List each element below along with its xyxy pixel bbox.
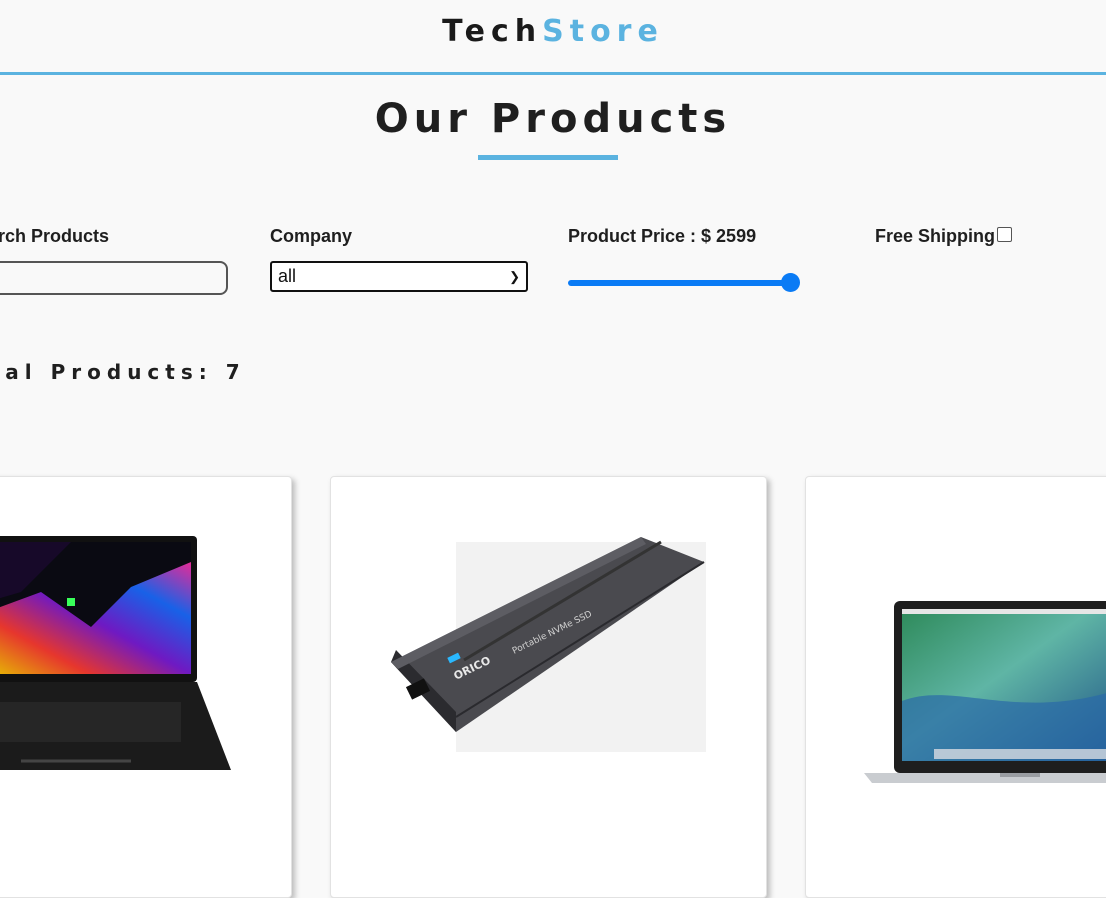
logo[interactable]: TechStore	[0, 14, 1106, 49]
company-select[interactable]: all ❯	[270, 261, 528, 292]
price-slider-track[interactable]	[568, 280, 790, 286]
logo-part-1: Tech	[442, 14, 543, 49]
logo-part-2: Store	[542, 14, 664, 49]
free-shipping-checkbox[interactable]	[997, 227, 1012, 242]
price-label: Product Price : $ 2599	[568, 226, 757, 246]
title-underline	[478, 155, 618, 160]
company-label: Company	[270, 226, 353, 246]
price-slider-thumb[interactable]	[780, 273, 800, 292]
laptop-rgb-image	[0, 536, 231, 770]
shipping-label: Free Shipping	[875, 226, 996, 246]
product-card[interactable]	[0, 476, 292, 898]
page-title: Our Products	[374, 96, 732, 142]
search-label: arch Products	[0, 226, 110, 246]
chevron-down-icon: ❯	[509, 269, 520, 284]
total-products: otal Products: 7	[0, 360, 246, 384]
portable-ssd-image: ORICO Portable NVMe SSD	[391, 537, 706, 752]
macbook-image	[864, 601, 1106, 783]
product-card[interactable]: ORICO Portable NVMe SSD	[330, 476, 767, 898]
company-select-value: all	[278, 266, 297, 286]
product-card[interactable]	[805, 476, 1106, 898]
navbar: TechStore	[0, 0, 1106, 75]
search-input[interactable]	[0, 261, 228, 295]
